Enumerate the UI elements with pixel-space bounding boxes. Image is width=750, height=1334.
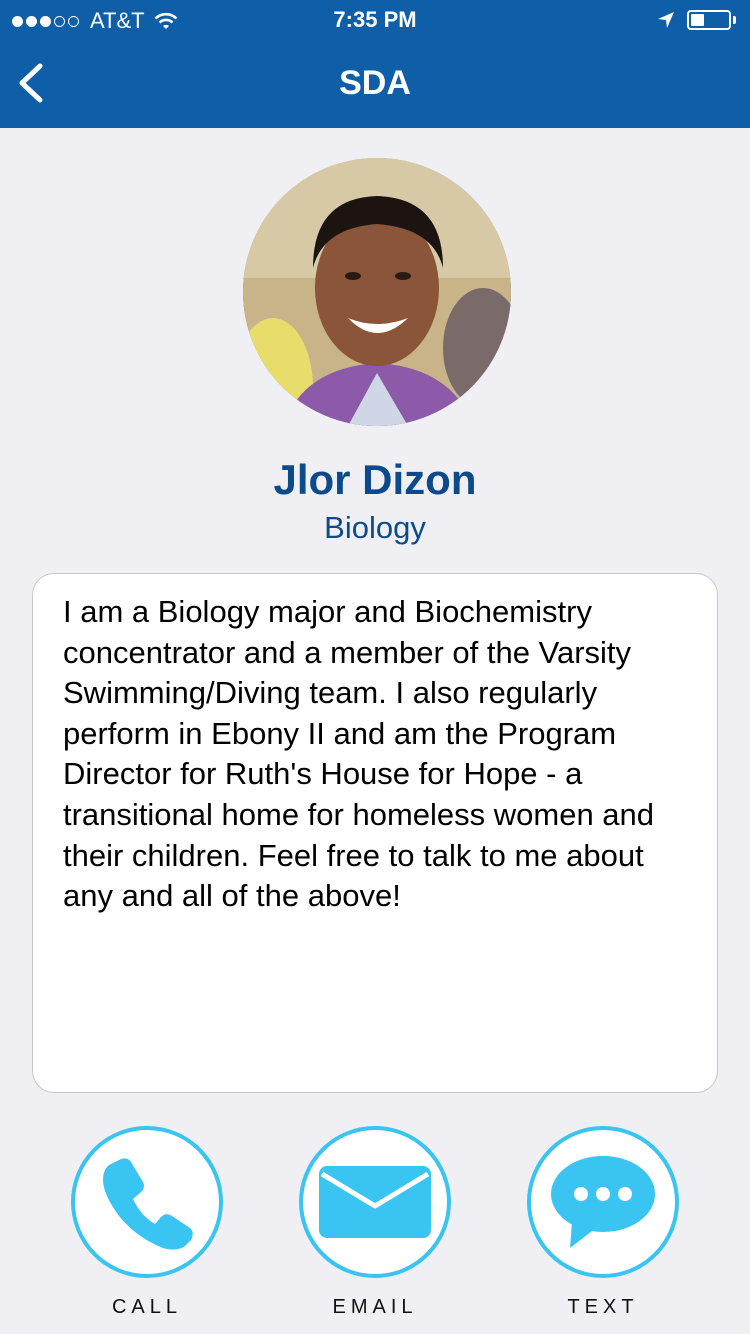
email-button[interactable]: EMAIL bbox=[299, 1126, 455, 1326]
status-bar: AT&T 7:35 PM bbox=[0, 0, 750, 40]
status-right bbox=[657, 10, 736, 30]
bio-text: I am a Biology major and Biochemistry co… bbox=[63, 594, 655, 914]
chat-bubble-icon bbox=[551, 1156, 655, 1248]
envelope-icon bbox=[319, 1166, 431, 1238]
text-label: TEXT bbox=[567, 1296, 639, 1318]
phone-icon bbox=[103, 1158, 193, 1250]
location-arrow-icon bbox=[658, 12, 674, 28]
text-button[interactable]: TEXT bbox=[527, 1126, 683, 1326]
contact-actions: CALL EMAIL TEXT bbox=[0, 1126, 750, 1326]
text-circle bbox=[527, 1126, 679, 1278]
email-circle bbox=[299, 1126, 451, 1278]
profile-photo bbox=[243, 158, 511, 426]
bio-textbox[interactable]: I am a Biology major and Biochemistry co… bbox=[32, 573, 718, 1093]
profile-major: Biology bbox=[324, 510, 426, 545]
call-label: CALL bbox=[111, 1296, 183, 1318]
battery-icon bbox=[687, 10, 731, 30]
profile-name: Jlor Dizon bbox=[273, 456, 477, 503]
call-circle bbox=[71, 1126, 223, 1278]
status-time: 7:35 PM bbox=[333, 7, 417, 32]
email-label: EMAIL bbox=[332, 1296, 418, 1318]
call-button[interactable]: CALL bbox=[71, 1126, 227, 1326]
page-title: SDA bbox=[339, 64, 411, 102]
navigation-bar: AT&T 7:35 PM SDA bbox=[0, 0, 750, 128]
avatar bbox=[243, 158, 511, 426]
